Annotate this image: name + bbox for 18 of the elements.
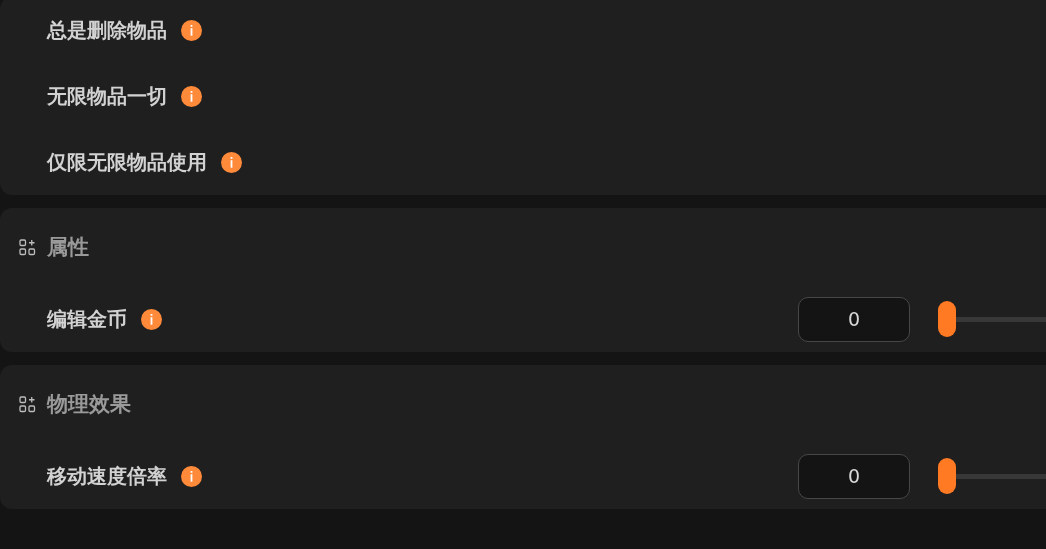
grid-add-icon xyxy=(19,395,36,413)
info-icon[interactable] xyxy=(181,465,202,487)
value-field[interactable]: 0 xyxy=(798,296,910,342)
grid-add-icon xyxy=(19,238,36,256)
info-icon[interactable] xyxy=(181,85,202,107)
setting-label: 移动速度倍率 xyxy=(47,462,167,490)
slider-thumb[interactable] xyxy=(938,458,956,494)
info-icon[interactable] xyxy=(181,19,202,41)
slider-thumb[interactable] xyxy=(938,301,956,337)
setting-label: 总是删除物品 xyxy=(47,16,167,44)
info-icon[interactable] xyxy=(141,308,162,330)
setting-label: 编辑金币 xyxy=(47,305,127,333)
setting-label: 仅限无限物品使用 xyxy=(47,148,207,176)
value-field[interactable]: 0 xyxy=(798,453,910,499)
info-icon[interactable] xyxy=(221,151,242,173)
section-title: 物理效果 xyxy=(47,391,131,418)
section-title: 属性 xyxy=(47,234,89,261)
setting-label: 无限物品一切 xyxy=(47,82,167,110)
